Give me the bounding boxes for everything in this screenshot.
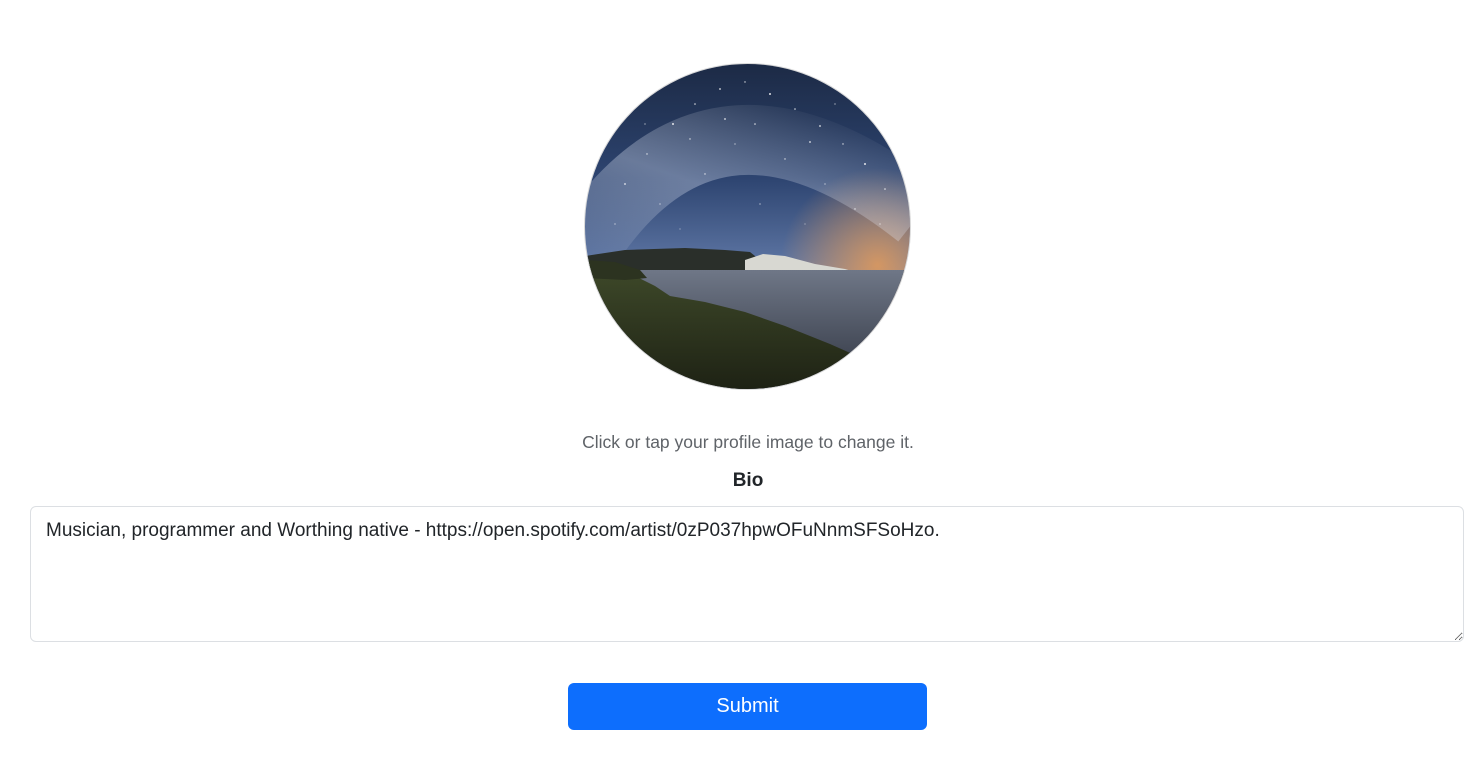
bio-label: Bio	[732, 470, 764, 491]
submit-button[interactable]: Submit	[568, 683, 927, 730]
profile-image[interactable]	[585, 64, 910, 389]
profile-image-night-coast	[585, 64, 910, 389]
profile-image-hint: Click or tap your profile image to chang…	[582, 432, 914, 452]
bio-textarea[interactable]: Musician, programmer and Worthing native…	[30, 506, 1464, 642]
profile-edit-page: Click or tap your profile image to chang…	[0, 0, 1484, 759]
